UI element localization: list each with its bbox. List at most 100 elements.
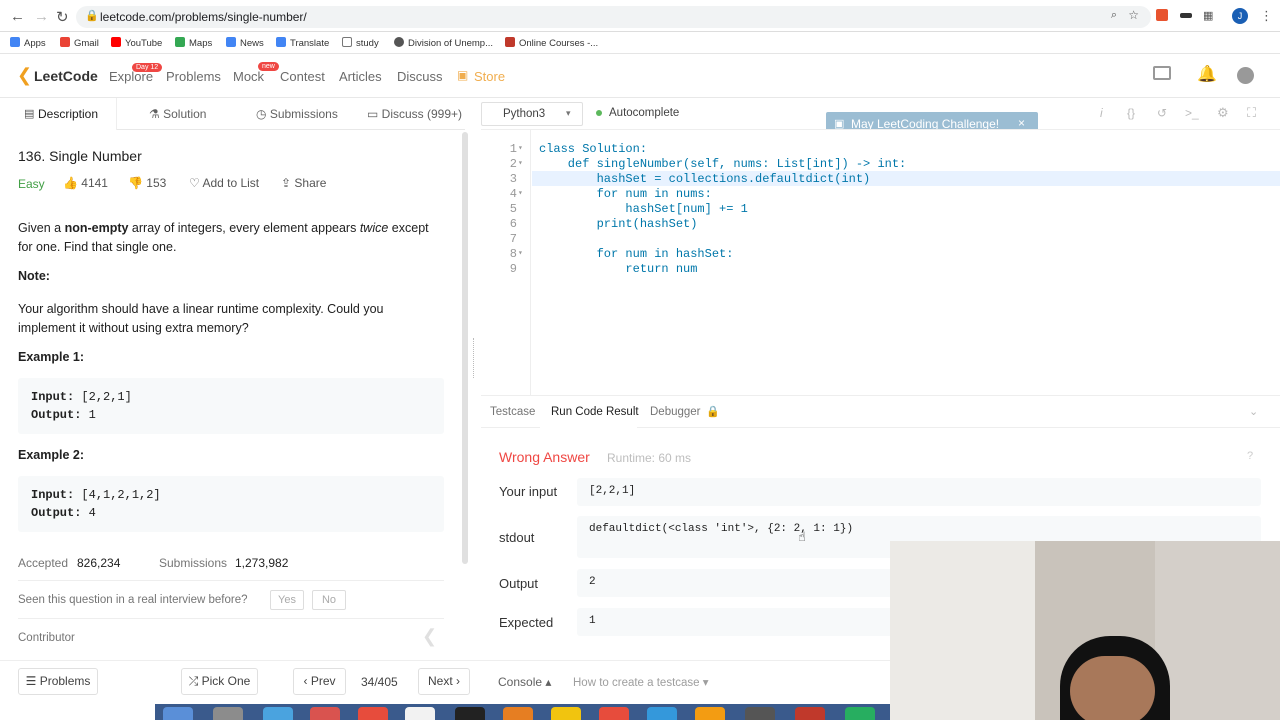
app-icon[interactable] — [845, 707, 875, 720]
tab-description[interactable]: ▤ Description — [0, 98, 117, 130]
reset-icon[interactable]: ↺ — [1157, 106, 1167, 120]
reload-icon[interactable]: ↻ — [56, 8, 69, 26]
code-line: return num — [539, 262, 698, 276]
search-icon[interactable]: ⌕ — [1111, 9, 1117, 22]
bookmark-apps[interactable]: Apps — [10, 37, 46, 49]
fold-arrow-icon[interactable]: ▾ — [518, 143, 523, 153]
submissions-value: 1,273,982 — [235, 556, 289, 570]
terminal-app-icon[interactable] — [455, 707, 485, 720]
caret-down-icon: ▾ — [699, 677, 709, 689]
leetcode-logo-text[interactable]: LeetCode — [34, 68, 98, 84]
splitter-handle[interactable] — [473, 338, 476, 378]
line-number: 4 — [509, 187, 517, 201]
bookmark-unemployment[interactable]: Division of Unemp... — [394, 37, 493, 49]
bookmark-maps[interactable]: Maps — [175, 37, 212, 49]
extension-icon[interactable] — [1156, 9, 1168, 21]
share-button[interactable]: ⇪ Share — [281, 176, 326, 190]
console-button[interactable]: Console ▴ — [498, 675, 551, 689]
next-button[interactable]: Next › — [418, 668, 470, 695]
browser-menu-icon[interactable]: ⋮ — [1260, 8, 1273, 24]
courses-icon — [505, 37, 515, 47]
clock-icon: ◷ — [256, 107, 270, 121]
launchpad-icon[interactable] — [213, 707, 243, 720]
bell-icon[interactable]: 🔔 — [1197, 64, 1217, 84]
star-icon[interactable]: ☆ — [1128, 8, 1139, 22]
language-select[interactable]: Python3 ▾ — [481, 102, 583, 126]
music-icon[interactable] — [599, 707, 629, 720]
leetcode-logo-icon[interactable]: ❮ — [17, 65, 32, 86]
bookmark-study[interactable]: study — [342, 37, 379, 49]
yes-button[interactable]: Yes — [270, 590, 304, 610]
code-line: def singleNumber(self, nums: List[int]) … — [539, 157, 907, 171]
terminal-icon[interactable]: >_ — [1185, 106, 1199, 120]
fold-arrow-icon[interactable]: ▾ — [518, 188, 523, 198]
calendar-app-icon[interactable] — [405, 707, 435, 720]
safari-icon[interactable] — [263, 707, 293, 720]
bookmarks-bar: Apps Gmail YouTube Maps News Translate s… — [0, 32, 1280, 54]
fullscreen-icon[interactable]: ⛶ — [1247, 105, 1256, 121]
tab-testcase[interactable]: Testcase — [490, 406, 535, 418]
nav-articles[interactable]: Articles — [339, 69, 382, 84]
bookmark-translate[interactable]: Translate — [276, 37, 329, 49]
autocomplete-toggle[interactable]: Autocomplete — [609, 107, 679, 119]
settings-icon[interactable]: ⚙ — [1217, 105, 1229, 121]
add-to-list-button[interactable]: ♡ Add to List — [189, 176, 259, 190]
help-icon[interactable]: ? — [1247, 450, 1253, 462]
heart-icon: ♡ — [189, 176, 203, 190]
user-avatar-icon[interactable] — [1237, 67, 1254, 84]
tab-discuss[interactable]: ▭ Discuss (999+) — [367, 107, 462, 121]
fold-arrow-icon[interactable]: ▾ — [518, 248, 523, 258]
nav-store[interactable]: Store — [474, 69, 505, 84]
glasses-extension-icon[interactable] — [1180, 13, 1192, 18]
braces-icon[interactable]: {} — [1127, 106, 1135, 120]
back-icon[interactable]: ← — [10, 8, 25, 25]
playground-icon[interactable] — [1153, 66, 1171, 80]
dislike-button[interactable]: 👎 153 — [128, 176, 166, 190]
testcase-help-link[interactable]: How to create a testcase ▾ — [573, 675, 709, 689]
webcam-face — [1070, 656, 1155, 720]
fold-arrow-icon[interactable]: ▾ — [518, 158, 523, 168]
appstore-icon[interactable] — [647, 707, 677, 720]
tab-solution[interactable]: ⚗ Solution — [149, 107, 206, 121]
tab-run-code-result[interactable]: Run Code Result — [551, 406, 639, 418]
code-line: hashSet[num] += 1 — [539, 202, 748, 216]
pick-one-button[interactable]: ⤮ Pick One — [181, 668, 258, 695]
app-icon[interactable] — [310, 707, 340, 720]
code-editor[interactable]: 1 2 3 4 5 6 7 8 9 ▾ ▾ ▾ ▾ class Solution… — [481, 130, 1280, 395]
nav-contest[interactable]: Contest — [280, 69, 325, 84]
address-bar[interactable]: 🔒 leetcode.com/problems/single-number/ ⌕… — [76, 6, 1151, 28]
nav-problems[interactable]: Problems — [166, 69, 221, 84]
bookmark-online-courses[interactable]: Online Courses -... — [505, 37, 598, 49]
tab-submissions[interactable]: ◷ Submissions — [256, 107, 338, 121]
app-icon[interactable] — [795, 707, 825, 720]
forward-icon[interactable]: → — [34, 8, 49, 25]
app-icon[interactable] — [745, 707, 775, 720]
chevron-down-icon[interactable]: ⌄ — [1249, 405, 1258, 418]
photos-icon[interactable] — [503, 707, 533, 720]
description-scrollbar[interactable] — [462, 132, 468, 564]
no-button[interactable]: No — [312, 590, 346, 610]
finder-icon[interactable] — [163, 707, 193, 720]
bookmark-gmail[interactable]: Gmail — [60, 37, 99, 49]
nav-mock[interactable]: Mock — [233, 69, 264, 84]
code-line: hashSet = collections.defaultdict(int) — [539, 172, 871, 186]
tab-debugger[interactable]: Debugger — [650, 406, 701, 418]
youtube-icon — [111, 37, 121, 47]
code-line: for num in nums: — [539, 187, 712, 201]
bookmark-news[interactable]: News — [226, 37, 264, 49]
like-button[interactable]: 👍 4141 — [63, 176, 108, 190]
app-icon[interactable] — [695, 707, 725, 720]
thumbs-down-icon: 👎 — [128, 176, 147, 190]
info-icon[interactable]: i — [1100, 106, 1103, 120]
prev-button[interactable]: ‹ Prev — [293, 668, 346, 695]
bookmark-youtube[interactable]: YouTube — [111, 37, 162, 49]
profile-avatar-icon[interactable]: J — [1232, 8, 1248, 24]
problems-button[interactable]: ☰ Problems — [18, 668, 98, 695]
apps-grid-icon[interactable]: ▦ — [1203, 9, 1213, 22]
stdout-label: stdout — [499, 530, 535, 545]
notes-icon[interactable] — [551, 707, 581, 720]
nav-discuss[interactable]: Discuss — [397, 69, 443, 84]
line-number: 7 — [509, 232, 517, 246]
app-icon[interactable] — [358, 707, 388, 720]
contributor-label[interactable]: Contributor — [18, 632, 75, 644]
